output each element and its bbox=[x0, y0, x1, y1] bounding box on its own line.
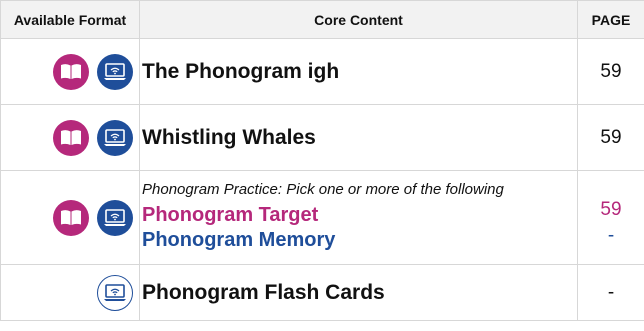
table-row: Phonogram Practice: Pick one or more of … bbox=[0, 170, 644, 265]
table-row: Phonogram Flash Cards - bbox=[0, 264, 644, 321]
format-cell bbox=[0, 104, 140, 171]
online-icon[interactable] bbox=[97, 199, 133, 236]
table-row: Whistling Whales 59 bbox=[0, 104, 644, 171]
online-icon[interactable] bbox=[97, 53, 133, 90]
book-icon[interactable] bbox=[53, 199, 89, 236]
format-cell bbox=[0, 264, 140, 321]
header-page: PAGE bbox=[577, 0, 644, 39]
content-cell: The Phonogram igh bbox=[139, 38, 578, 105]
format-cell bbox=[0, 38, 140, 105]
table-header: Available Format Core Content PAGE bbox=[0, 0, 644, 39]
book-icon[interactable] bbox=[53, 53, 89, 90]
header-format: Available Format bbox=[0, 0, 140, 39]
table-row: The Phonogram igh 59 bbox=[0, 38, 644, 105]
row-title: Whistling Whales bbox=[142, 125, 316, 149]
row-title: Phonogram Flash Cards bbox=[142, 280, 385, 304]
row-title: The Phonogram igh bbox=[142, 59, 340, 83]
header-content: Core Content bbox=[139, 0, 578, 39]
book-icon[interactable] bbox=[53, 119, 89, 156]
page-cell: 59 bbox=[577, 38, 644, 105]
page-target: 59 bbox=[600, 198, 622, 220]
option-phonogram-memory[interactable]: Phonogram Memory bbox=[140, 229, 577, 252]
option-phonogram-target[interactable]: Phonogram Target bbox=[140, 204, 577, 227]
content-cell: Phonogram Flash Cards bbox=[139, 264, 578, 321]
practice-intro: Phonogram Practice: Pick one or more of … bbox=[142, 181, 504, 198]
content-cell: Phonogram Practice: Pick one or more of … bbox=[139, 170, 578, 265]
online-icon[interactable] bbox=[97, 119, 133, 156]
content-cell: Whistling Whales bbox=[139, 104, 578, 171]
page-cell: 59 - bbox=[577, 170, 644, 265]
online-icon[interactable] bbox=[97, 274, 133, 311]
lesson-table: Available Format Core Content PAGE The P… bbox=[0, 0, 644, 321]
page-cell: - bbox=[577, 264, 644, 321]
page-memory: - bbox=[607, 224, 615, 246]
page-cell: 59 bbox=[577, 104, 644, 171]
format-cell bbox=[0, 170, 140, 265]
